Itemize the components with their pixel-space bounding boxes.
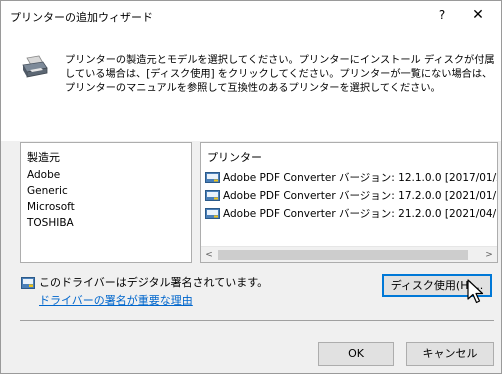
manufacturer-list[interactable]: 製造元 Adobe Generic Microsoft TOSHIBA [20, 142, 192, 263]
printer-driver-icon [205, 189, 220, 201]
cancel-button[interactable]: キャンセル [406, 342, 494, 366]
printer-icon [22, 55, 48, 78]
printer-driver-icon [205, 207, 220, 219]
ok-button[interactable]: OK [318, 342, 394, 366]
horizontal-scrollbar[interactable]: < > [201, 246, 497, 262]
driver-signing-link[interactable]: ドライバーの署名が重要な理由 [39, 292, 193, 308]
scroll-right-arrow[interactable]: > [481, 247, 497, 262]
signed-driver-icon [21, 277, 35, 289]
printer-item[interactable]: Adobe PDF Converter バージョン: 12.1.0.0 [201… [205, 168, 498, 186]
mouse-cursor-icon [467, 279, 484, 304]
printer-item[interactable]: Adobe PDF Converter バージョン: 17.2.0.0 [202… [205, 186, 498, 204]
add-printer-wizard-window: プリンターの追加ウィザード ? ✕ プリンターの製造元とモデルを選択してください… [0, 0, 502, 374]
signature-status-text: このドライバーはデジタル署名されています。 [39, 276, 269, 289]
printer-item-label: Adobe PDF Converter バージョン: 21.2.0.0 [202… [223, 207, 498, 220]
header-panel: プリンターの製造元とモデルを選択してください。プリンターにインストール ディスク… [1, 29, 501, 141]
manufacturer-item-adobe[interactable]: Adobe [27, 167, 75, 183]
printer-driver-icon [205, 171, 220, 183]
title-bar: プリンターの追加ウィザード ? ✕ [1, 1, 501, 29]
printer-list-header: プリンター [207, 151, 262, 164]
manufacturer-item-toshiba[interactable]: TOSHIBA [27, 215, 75, 231]
help-button[interactable]: ? [427, 1, 457, 29]
printer-list[interactable]: プリンター Adobe PDF Converter バージョン: 12.1.0.… [200, 142, 498, 263]
scroll-left-arrow[interactable]: < [201, 247, 217, 262]
separator [20, 320, 494, 321]
manufacturer-item-generic[interactable]: Generic [27, 183, 75, 199]
scrollbar-thumb[interactable] [218, 250, 468, 260]
printer-item-label: Adobe PDF Converter バージョン: 12.1.0.0 [201… [223, 171, 498, 184]
instructions-text: プリンターの製造元とモデルを選択してください。プリンターにインストール ディスク… [65, 55, 495, 94]
manufacturer-list-header: 製造元 [27, 151, 60, 164]
window-title: プリンターの追加ウィザード [10, 11, 153, 24]
manufacturer-item-microsoft[interactable]: Microsoft [27, 199, 75, 215]
printer-item-label: Adobe PDF Converter バージョン: 17.2.0.0 [202… [223, 189, 498, 202]
close-button[interactable]: ✕ [463, 1, 493, 29]
printer-item[interactable]: Adobe PDF Converter バージョン: 21.2.0.0 [202… [205, 204, 498, 222]
